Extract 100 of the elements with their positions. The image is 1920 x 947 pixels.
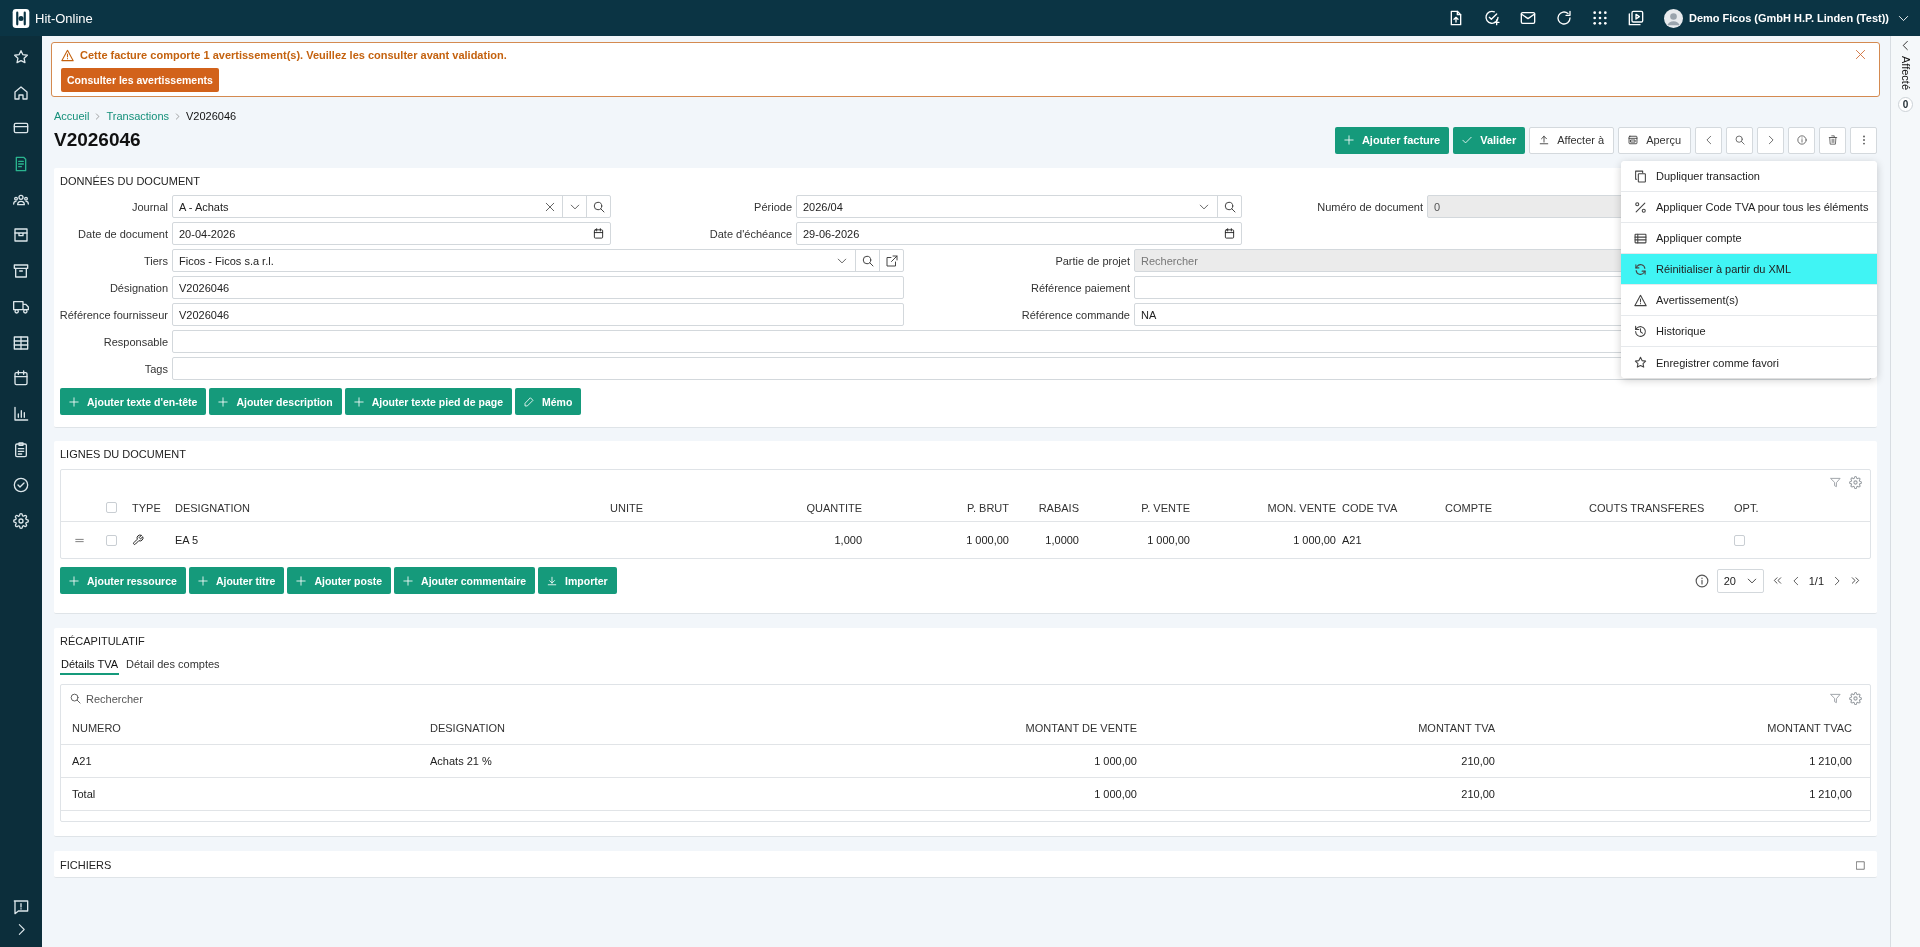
- field-label: Période: [754, 200, 792, 213]
- action-button[interactable]: Ajouter commentaire: [394, 567, 536, 594]
- action-button[interactable]: Mémo: [515, 388, 582, 415]
- menu-item[interactable]: Historique: [1621, 316, 1877, 347]
- wrench-icon: [132, 534, 144, 546]
- action-button[interactable]: Ajouter titre: [188, 567, 285, 594]
- menu-item[interactable]: Enregistrer comme favori: [1621, 347, 1877, 378]
- toolbar-button[interactable]: Valider: [1453, 126, 1526, 154]
- speech-bubble-icon[interactable]: [13, 899, 29, 915]
- table-cell-text: EA 5: [174, 533, 200, 548]
- clipboard-icon[interactable]: [13, 441, 29, 458]
- action-button[interactable]: Ajouter ressource: [60, 567, 186, 594]
- view-warnings-button[interactable]: Consulter les avertissements: [61, 68, 219, 92]
- select-field[interactable]: A - Achats: [172, 195, 611, 218]
- checkbox[interactable]: [105, 534, 117, 546]
- tab[interactable]: Détails TVA: [60, 655, 120, 675]
- search-icon[interactable]: [861, 254, 874, 267]
- toolbar-button[interactable]: Affecter à: [1529, 126, 1615, 154]
- calendar-icon[interactable]: [593, 228, 604, 239]
- select-field[interactable]: 2026/04: [796, 195, 1242, 218]
- box-icon[interactable]: [13, 227, 29, 244]
- date-field[interactable]: 20-04-2026: [172, 222, 611, 245]
- plus-icon: [1343, 135, 1354, 145]
- select-field[interactable]: Ficos - Ficos s.a r.l.: [172, 249, 904, 272]
- ledger-icon[interactable]: [13, 156, 29, 173]
- chevron-left-icon[interactable]: [1790, 575, 1801, 586]
- app-name: Hit-Online: [35, 10, 93, 26]
- check-circle-icon[interactable]: [13, 477, 29, 494]
- column-header: MONTANT DE VENTE: [1024, 721, 1138, 736]
- text-field[interactable]: V2026046: [172, 303, 904, 326]
- toolbar-button[interactable]: Aperçu: [1618, 126, 1691, 154]
- action-button[interactable]: Importer: [538, 567, 617, 594]
- breadcrumb-link[interactable]: Transactions: [106, 110, 170, 122]
- pencil-icon: [524, 396, 534, 407]
- menu-item[interactable]: Dupliquer transaction: [1621, 161, 1877, 192]
- tab[interactable]: Détail des comptes: [125, 655, 221, 675]
- calendar-icon[interactable]: [1224, 228, 1235, 239]
- truck-icon[interactable]: [13, 298, 29, 315]
- search-icon[interactable]: [1223, 200, 1236, 213]
- chevron-down-icon[interactable]: [569, 201, 580, 212]
- warning-icon: [1634, 293, 1647, 307]
- calendar-icon[interactable]: [13, 370, 29, 387]
- action-button[interactable]: Ajouter description: [209, 388, 342, 415]
- page-size-select[interactable]: 20: [1716, 568, 1764, 593]
- toolbar-button[interactable]: Ajouter facture: [1334, 126, 1450, 154]
- apps-grid-icon[interactable]: [1591, 10, 1608, 26]
- field-label: Tags: [144, 362, 168, 375]
- double-chevron-left-icon[interactable]: [1771, 575, 1783, 586]
- action-button[interactable]: Ajouter texte pied de page: [344, 388, 512, 415]
- archive-icon[interactable]: [13, 263, 29, 280]
- table-icon[interactable]: [13, 334, 29, 351]
- play-window-icon[interactable]: [1627, 10, 1644, 26]
- menu-item[interactable]: Avertissement(s): [1621, 285, 1877, 316]
- field-label: Numéro de document: [1317, 200, 1423, 213]
- date-field[interactable]: 29-06-2026: [796, 222, 1242, 245]
- column-header: MON. VENTE: [1266, 500, 1337, 516]
- double-chevron-right-icon[interactable]: [1850, 575, 1861, 586]
- info-icon[interactable]: [1694, 573, 1709, 588]
- home-icon[interactable]: [13, 84, 29, 101]
- plus-icon: [69, 396, 79, 407]
- delete-button[interactable]: [1819, 126, 1846, 154]
- mail-icon[interactable]: [1519, 10, 1536, 26]
- star-icon[interactable]: [13, 49, 29, 65]
- section-title: FICHIERS: [60, 858, 112, 872]
- percent-icon: [1634, 200, 1647, 214]
- column-header: RABAIS: [1037, 500, 1080, 516]
- action-button[interactable]: Ajouter texte d'en-tête: [60, 388, 207, 415]
- column-header: UNITE: [609, 500, 644, 516]
- check-plus-icon[interactable]: [1483, 10, 1500, 26]
- checkbox[interactable]: [105, 502, 117, 513]
- user-menu-button[interactable]: Demo Ficos (GmbH H.P. Linden (Test)): [1688, 3, 1909, 33]
- bar-chart-icon[interactable]: [13, 405, 29, 422]
- table-cell-text: 1 210,00: [1808, 754, 1853, 769]
- external-link-icon[interactable]: [885, 254, 898, 267]
- panel-tab-label[interactable]: Affecté: [1899, 56, 1912, 91]
- table-cell-text: 1 000,00: [1146, 533, 1191, 548]
- column-header: P. VENTE: [1140, 500, 1191, 516]
- menu-item[interactable]: Appliquer Code TVA pour tous les éléments: [1621, 192, 1877, 223]
- refresh-icon[interactable]: [1555, 10, 1572, 26]
- table-icon: [1634, 231, 1647, 245]
- search-field[interactable]: Rechercher: [70, 687, 330, 710]
- chevron-left-icon[interactable]: [1900, 40, 1911, 51]
- count-badge: 0: [1898, 97, 1913, 113]
- menu-item[interactable]: Réinitialiser à partir du XML: [1621, 254, 1877, 285]
- checkbox[interactable]: [1734, 534, 1745, 546]
- text-field[interactable]: V2026046: [172, 276, 904, 299]
- breadcrumb-link[interactable]: Accueil: [54, 110, 90, 122]
- field-label: Référence commande: [1021, 308, 1130, 321]
- chevron-down-icon[interactable]: [1199, 201, 1209, 212]
- clear-icon[interactable]: [545, 201, 555, 212]
- search-icon[interactable]: [592, 200, 605, 213]
- chevron-right-icon: [174, 112, 182, 120]
- chevron-right-icon[interactable]: [1832, 575, 1842, 586]
- field-label: Référence paiement: [1030, 281, 1130, 294]
- chevron-down-icon[interactable]: [837, 255, 847, 266]
- close-icon[interactable]: [1855, 49, 1866, 60]
- column-header: DESIGNATION: [174, 500, 251, 516]
- action-button[interactable]: Ajouter poste: [287, 567, 392, 594]
- menu-item[interactable]: Appliquer compte: [1621, 223, 1877, 254]
- square-icon[interactable]: [1856, 860, 1865, 870]
